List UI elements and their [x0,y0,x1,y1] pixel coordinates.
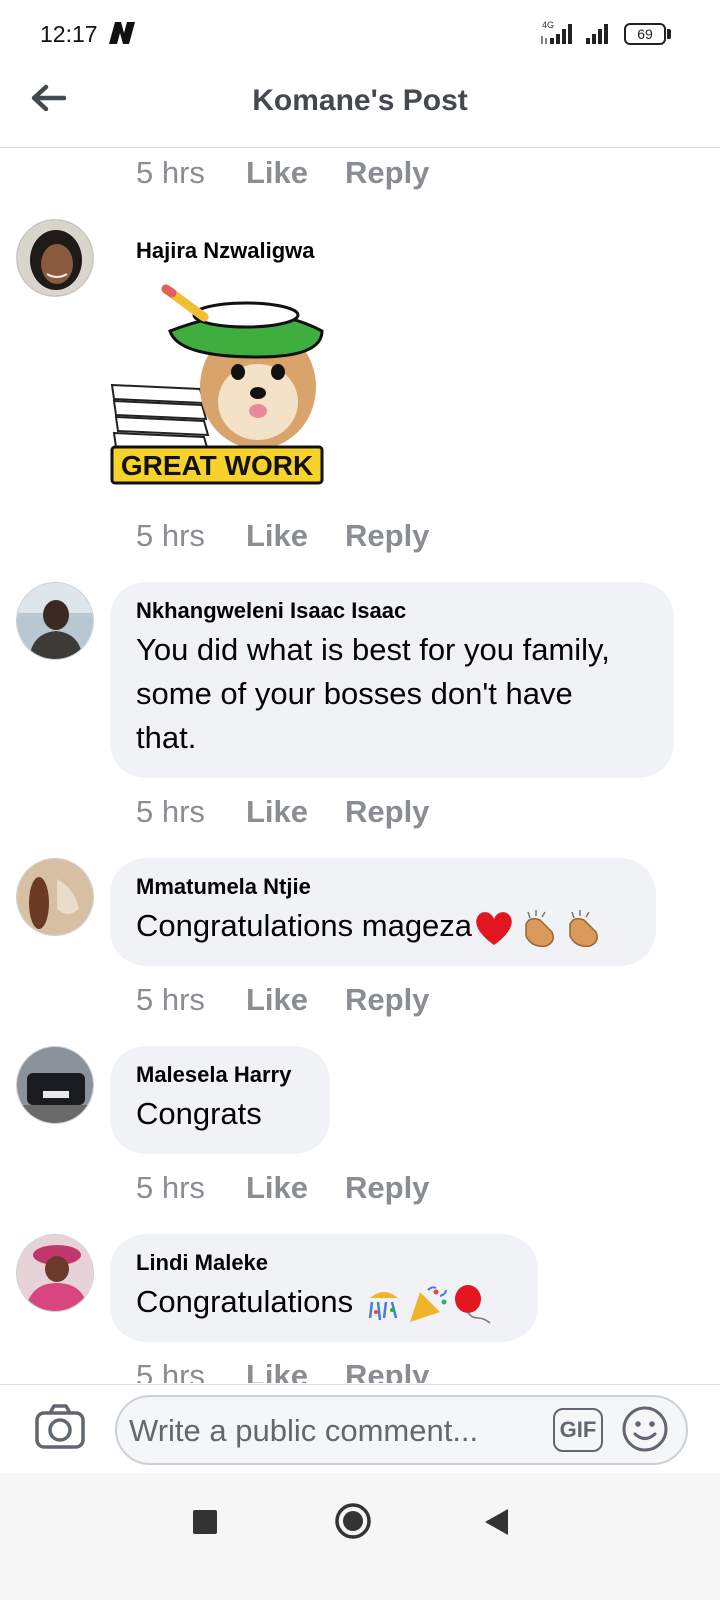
comment-author[interactable]: Malesela Harry [136,1062,304,1088]
status-time: 12:17 [40,21,98,47]
emoji-smiley-icon[interactable] [621,1405,669,1453]
comment-bubble[interactable]: Mmatumela Ntjie Congratulations mageza [110,858,656,966]
balloon-icon [454,1284,491,1324]
comment-author[interactable]: Lindi Maleke [136,1250,512,1276]
reply-button[interactable]: Reply [345,982,429,1018]
comment-meta: 5 hrs Like Reply [136,1356,429,1383]
comment-time: 5 hrs [136,518,205,553]
comment-author[interactable]: Nkhangweleni Isaac Isaac [136,598,648,624]
comment-author[interactable]: Hajira Nzwaligwa [136,238,315,264]
party-popper-icon [409,1286,447,1322]
avatar[interactable] [16,582,94,660]
signal-strength-2-icon [586,24,608,44]
comment-input[interactable]: Write a public comment... GIF [115,1395,688,1465]
comment-time: 5 hrs [136,794,205,829]
app-header: Komane's Post [0,68,720,148]
confetti-ball-icon [368,1291,398,1320]
sticker-caption: GREAT WORK [121,450,313,481]
comment-meta: 5 hrs Like Reply [136,792,429,832]
comment-text-line: that. [136,720,197,755]
reply-button[interactable]: Reply [345,1170,429,1206]
like-button[interactable]: Like [246,982,345,1018]
avatar[interactable] [16,1046,94,1124]
clapping-hands-icon [525,909,554,947]
like-button[interactable]: Like [246,155,345,191]
comment-time: 5 hrs [136,155,205,190]
comment-meta: 5 hrs Like Reply [136,153,429,193]
system-nav-bar [0,1473,720,1600]
comment-time: 5 hrs [136,1358,205,1383]
comment-author[interactable]: Mmatumela Ntjie [136,874,630,900]
battery-icon: 69 [624,23,666,45]
red-heart-icon [476,911,512,945]
avatar[interactable] [16,1234,94,1312]
reply-button[interactable]: Reply [345,1358,429,1383]
gif-button[interactable]: GIF [553,1408,603,1452]
comment-meta: 5 hrs Like Reply [136,516,429,556]
camera-icon[interactable] [34,1403,86,1451]
comment-text-line: some of your bosses don't have [136,676,573,711]
home-circle-icon[interactable] [333,1501,373,1541]
avatar[interactable] [16,858,94,936]
avatar-photo [17,1235,93,1311]
avatar-photo [17,583,93,659]
like-button[interactable]: Like [246,1170,345,1206]
page-title: Komane's Post [252,84,468,117]
comment-bubble[interactable]: Lindi Maleke Congratulations [110,1234,538,1342]
screen: 12:17 4G 69 Komane's Post 5 hrs Like Rep… [0,0,720,1600]
reply-button[interactable]: Reply [345,518,429,554]
battery-level: 69 [637,26,653,42]
comment-text-line: You did what is best for you family, [136,632,610,667]
comment-bubble[interactable]: Nkhangweleni Isaac Isaac You did what is… [110,582,674,778]
comment-time: 5 hrs [136,1170,205,1205]
avatar-photo [17,1047,93,1123]
comment-meta: 5 hrs Like Reply [136,1168,429,1208]
reply-button[interactable]: Reply [345,794,429,830]
like-button[interactable]: Like [246,794,345,830]
comment-text: You did what is best for you family, som… [136,628,648,760]
avatar-photo [17,859,93,935]
like-button[interactable]: Like [246,518,345,554]
clapping-hands-icon [569,909,598,947]
back-triangle-icon[interactable] [482,1507,510,1537]
battery-tip [667,29,671,39]
great-work-sticker: GREAT WORK [110,284,324,485]
comment-bubble[interactable]: Malesela Harry Congrats [110,1046,330,1154]
comment-text: Congratulations mageza [136,904,630,948]
reply-button[interactable]: Reply [345,155,429,191]
comment-text: Congratulations [136,1280,512,1324]
comments-feed[interactable]: 5 hrs Like Reply Hajira Nzwaligwa GREAT … [0,149,720,1383]
comment-text: Congrats [136,1096,262,1131]
like-button[interactable]: Like [246,1358,345,1383]
comment-time: 5 hrs [136,982,205,1017]
avatar[interactable] [16,219,94,297]
comment-text-content: Congratulations mageza [136,908,473,943]
signal-strength-icon [541,24,572,44]
avatar-photo [17,220,93,296]
recents-square-icon[interactable] [192,1509,218,1535]
comment-text-content: Congratulations [136,1284,354,1319]
status-bar: 12:17 4G 69 [0,0,720,68]
comment-input-placeholder: Write a public comment... [129,1413,479,1448]
comment-composer: Write a public comment... GIF [0,1384,720,1472]
notification-n-icon [109,22,135,44]
comment-meta: 5 hrs Like Reply [136,980,429,1020]
